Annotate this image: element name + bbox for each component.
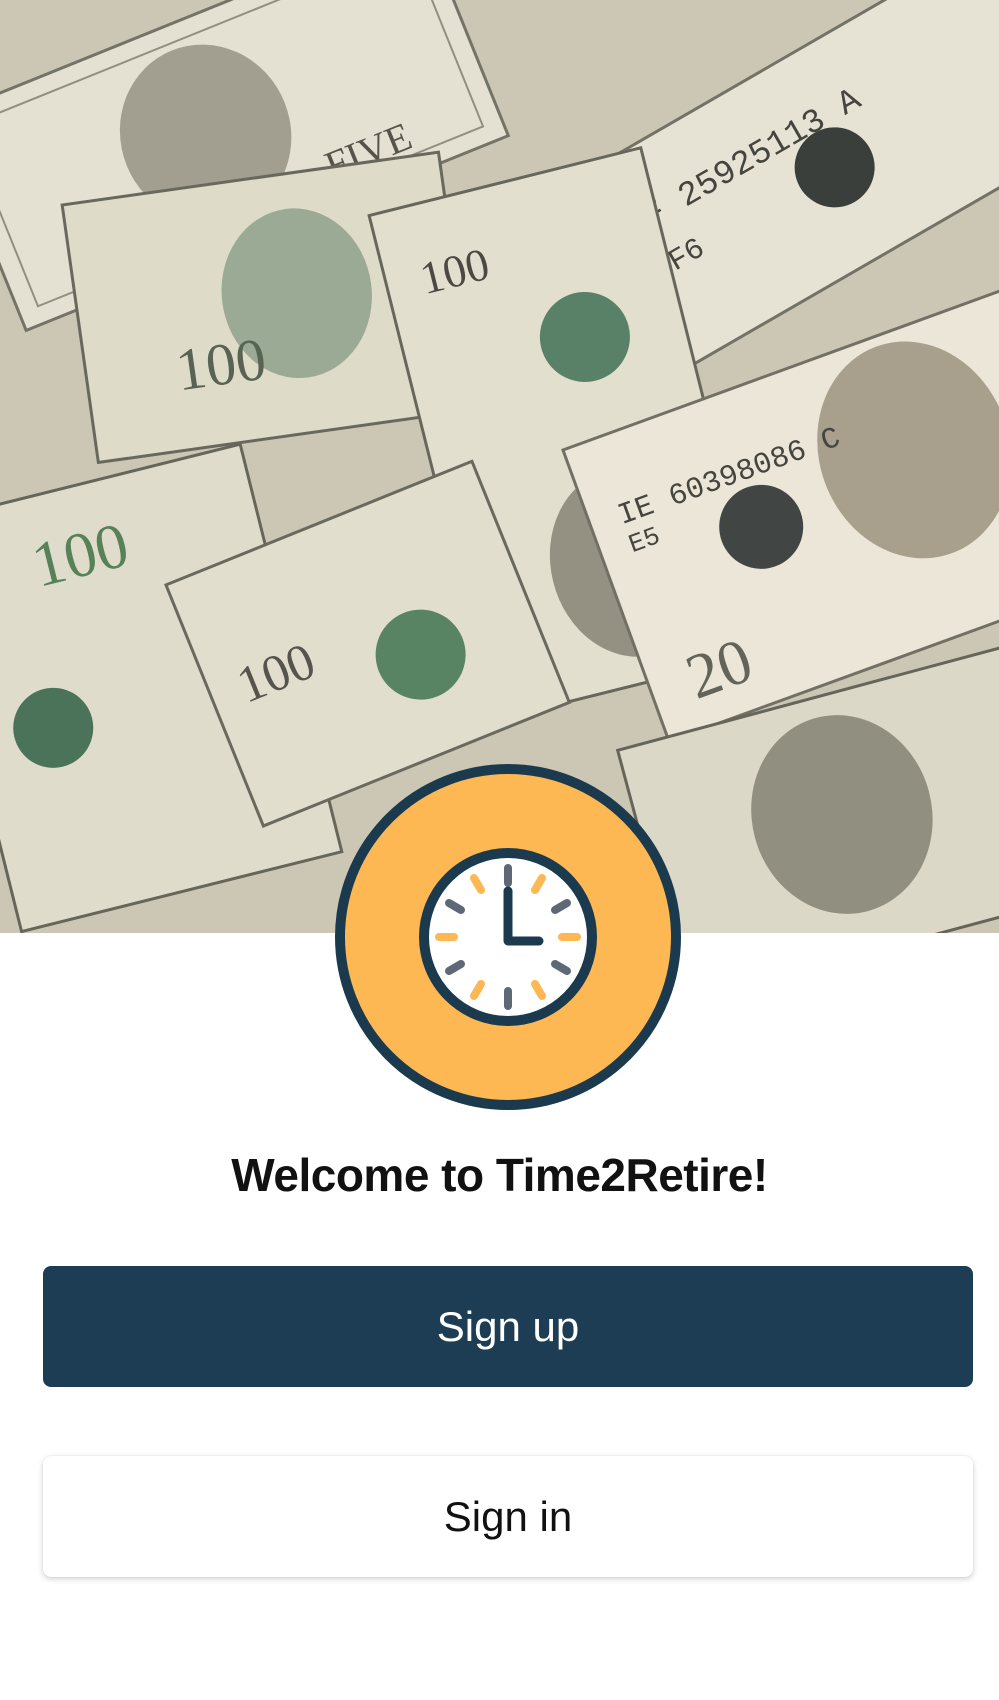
sign-up-label: Sign up <box>436 1302 580 1350</box>
sign-in-label: Sign in <box>443 1492 573 1540</box>
sign-up-button[interactable]: Sign up <box>43 1266 973 1387</box>
sign-in-button[interactable]: Sign in <box>43 1456 973 1577</box>
welcome-screen: FIVE HF 25925113 A F6 100 100 IE 6039808… <box>0 0 999 1700</box>
welcome-title: Welcome to Time2Retire! <box>231 1149 768 1201</box>
app-logo <box>334 763 682 1111</box>
clock-icon <box>335 764 681 1110</box>
